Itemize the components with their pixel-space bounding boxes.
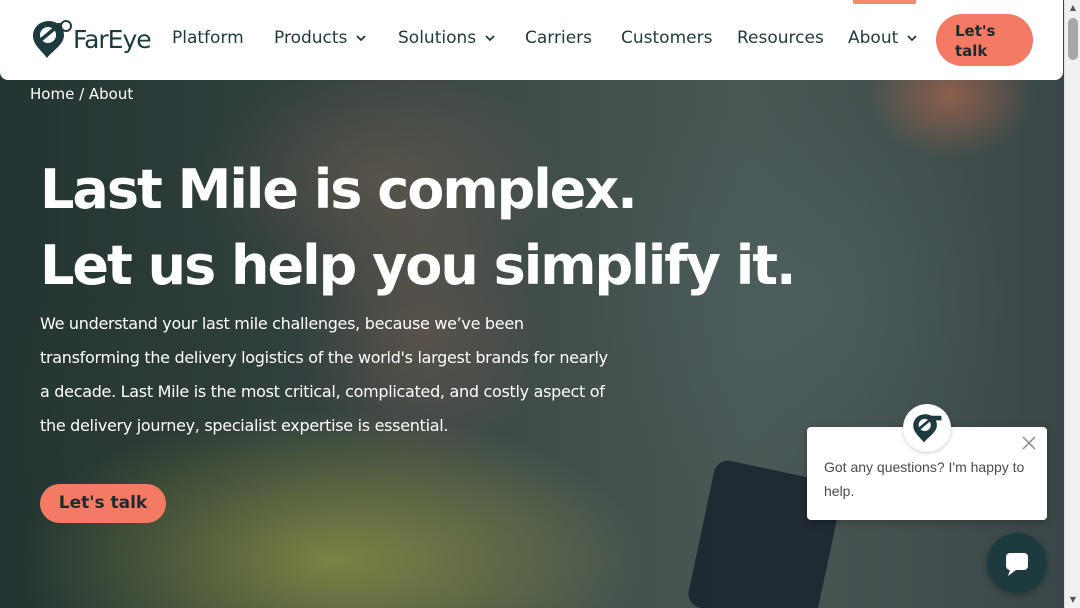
chevron-down-icon [485, 35, 495, 42]
nav-item-carriers[interactable]: Carriers [525, 28, 592, 48]
scroll-down-arrow-icon[interactable]: ▼ [1065, 592, 1080, 608]
chat-launcher-button[interactable] [987, 533, 1047, 593]
cta-label-line2: talk [955, 42, 988, 60]
site-header: FarEye Platform Products Solutions Carri… [0, 0, 1063, 80]
nav-item-platform[interactable]: Platform [172, 28, 244, 48]
nav-item-label: Platform [172, 28, 244, 48]
active-nav-indicator [853, 0, 916, 4]
breadcrumb-current: About [88, 85, 134, 103]
breadcrumb-home-link[interactable]: Home [30, 85, 74, 103]
nav-item-about[interactable]: About [848, 28, 918, 48]
close-icon[interactable] [1020, 434, 1038, 452]
breadcrumb-separator: / [74, 85, 89, 103]
lets-talk-header-button[interactable]: Let's talk [936, 14, 1033, 66]
scrollbar-thumb[interactable] [1068, 18, 1078, 60]
lets-talk-hero-button[interactable]: Let's talk [40, 484, 166, 523]
hero-title-line1: Last Mile is complex. [40, 158, 638, 221]
location-pin-avatar-icon [913, 414, 942, 443]
chevron-down-icon [907, 35, 917, 42]
cta-label-line1: Let's [955, 22, 996, 40]
nav-item-label: Products [274, 28, 348, 48]
chat-bubble-icon [1006, 553, 1028, 576]
breadcrumb: Home / About [30, 85, 133, 103]
nav-item-customers[interactable]: Customers [621, 28, 712, 48]
brand-name: FarEye [73, 24, 152, 54]
hero-description: We understand your last mile challenges,… [40, 314, 608, 435]
nav-item-label: Resources [737, 28, 824, 48]
scroll-up-arrow-icon[interactable]: ▲ [1065, 0, 1080, 16]
location-pin-logo-icon [33, 20, 72, 58]
chevron-down-icon [356, 35, 367, 42]
nav-item-label: About [848, 28, 899, 48]
nav-item-products[interactable]: Products [274, 28, 367, 48]
nav-item-label: Solutions [398, 28, 477, 48]
nav-item-label: Carriers [525, 28, 592, 48]
hero-title-line2: Let us help you simplify it. [40, 234, 797, 297]
nav-item-label: Customers [621, 28, 713, 48]
chat-bot-avatar [903, 404, 951, 452]
nav-item-solutions[interactable]: Solutions [398, 28, 496, 48]
page-scrollbar[interactable]: ▲ ▼ [1064, 0, 1080, 608]
brand-logo[interactable]: FarEye [30, 18, 152, 60]
hero-title: Last Mile is complex. Let us help you si… [40, 152, 797, 304]
nav-item-resources[interactable]: Resources [737, 28, 824, 48]
chat-message: Got any questions? I'm happy to help. [824, 459, 1025, 499]
